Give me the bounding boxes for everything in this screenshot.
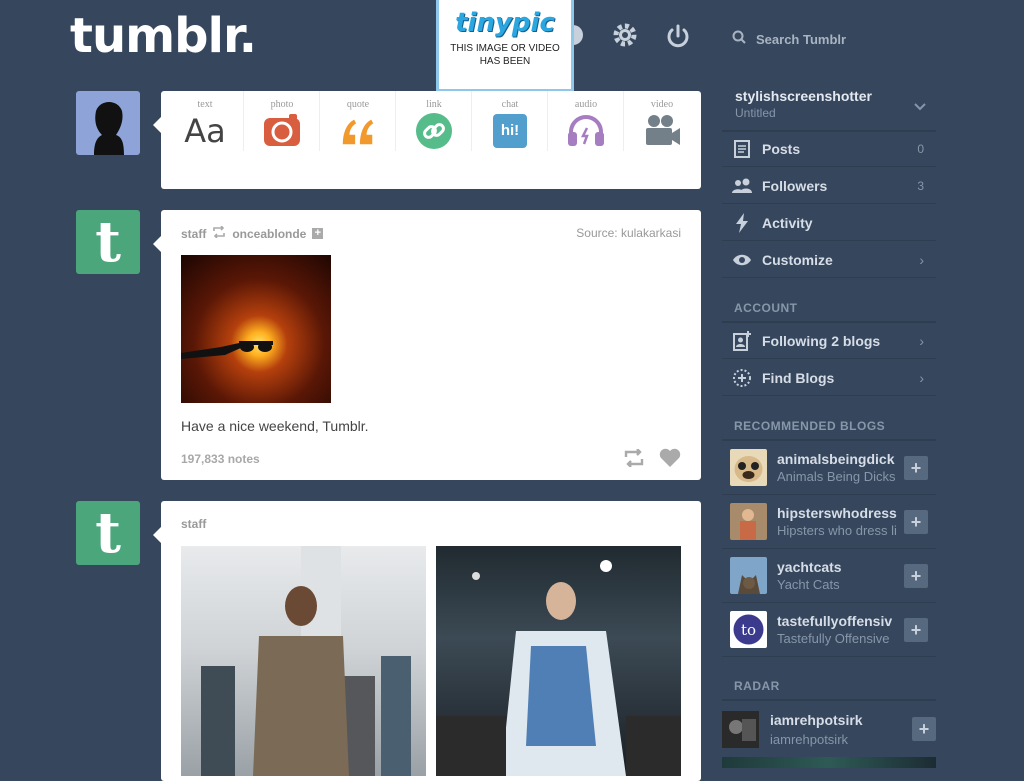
follow-plus-icon[interactable]: + [312, 228, 324, 239]
recommended-blog[interactable]: yachtcats Yacht Cats + [722, 549, 936, 603]
new-photo-post-button[interactable]: photo [244, 99, 320, 150]
chat-icon: hi! [491, 112, 529, 150]
staff-avatar[interactable]: t [76, 501, 140, 565]
reblog-icon [212, 225, 226, 241]
follow-plus-button[interactable]: + [904, 564, 928, 588]
tumblr-logo[interactable]: tumblr. [70, 8, 257, 64]
tinypic-placeholder-image: tinypic THIS IMAGE OR VIDEO HAS BEEN [436, 0, 574, 92]
radar-heading: RADAR [722, 679, 936, 701]
post-photo-runway-right[interactable] [436, 546, 681, 776]
sidebar-item-following[interactable]: Following 2 blogs › [722, 323, 936, 359]
gear-icon[interactable] [612, 22, 642, 52]
blog-avatar: to [730, 611, 767, 648]
blog-avatar [730, 503, 767, 540]
user-avatar[interactable] [76, 91, 140, 155]
compass-icon [732, 368, 752, 388]
post-photo[interactable] [181, 255, 331, 403]
followers-icon [732, 176, 752, 196]
lightning-icon [732, 212, 752, 233]
tumblr-t-logo: t [95, 500, 121, 566]
follow-plus-button[interactable]: + [904, 510, 928, 534]
staff-avatar[interactable]: t [76, 210, 140, 274]
camera-icon [263, 112, 301, 150]
recommended-heading: RECOMMENDED BLOGS [722, 419, 936, 441]
new-link-post-button[interactable]: link [396, 99, 472, 150]
new-video-post-button[interactable]: video [624, 99, 700, 150]
text-icon: Aa [184, 112, 226, 150]
post-card: staff [153, 501, 701, 781]
new-audio-post-button[interactable]: audio [548, 99, 624, 150]
new-quote-post-button[interactable]: quote [320, 99, 396, 150]
radar-blog[interactable]: iamrehpotsirk iamrehpotsirk + [722, 703, 936, 753]
chevron-right-icon: › [919, 332, 924, 349]
radar-post-preview[interactable] [722, 757, 936, 768]
video-camera-icon [643, 112, 681, 150]
chevron-down-icon [914, 98, 926, 116]
blog-avatar [730, 449, 767, 486]
sidebar-item-customize[interactable]: Customize › [722, 242, 936, 278]
post-header: staff onceablonde + [181, 225, 324, 241]
account-heading: ACCOUNT [722, 301, 936, 323]
post-author[interactable]: staff [181, 517, 206, 531]
search-input[interactable] [754, 30, 938, 48]
quote-icon [339, 112, 377, 150]
chevron-right-icon: › [919, 369, 924, 386]
post-source[interactable]: Source: kulakarkasi [576, 226, 681, 240]
search-bar[interactable] [722, 24, 942, 54]
svg-text:to: to [741, 621, 756, 639]
post-header: staff [181, 517, 206, 531]
post-notes[interactable]: 197,833 notes [181, 452, 260, 466]
tinypic-logo: tinypic [455, 8, 555, 38]
follow-plus-button[interactable]: + [912, 717, 936, 741]
recommended-blog[interactable]: to tastefullyoffensiv Tastefully Offensi… [722, 603, 936, 657]
post-photo-runway-left[interactable] [181, 546, 426, 776]
tinypic-message: THIS IMAGE OR VIDEO HAS BEEN [450, 43, 560, 67]
power-icon[interactable] [664, 22, 694, 52]
search-icon [732, 30, 746, 49]
new-chat-post-button[interactable]: chat hi! [472, 99, 548, 150]
post-author[interactable]: staff [181, 227, 206, 241]
post-card: staff onceablonde + Source: kulakarkasi … [153, 210, 701, 480]
posts-icon [732, 139, 752, 159]
chevron-right-icon: › [919, 251, 924, 268]
posts-count: 0 [917, 141, 924, 156]
blog-title: Untitled [735, 106, 776, 120]
link-icon [415, 112, 453, 150]
follow-plus-button[interactable]: + [904, 618, 928, 642]
reblog-button[interactable] [623, 448, 645, 472]
post-composer: text Aa photo quote link chat hi! audio [153, 91, 701, 189]
headphones-icon [567, 112, 605, 150]
recommended-blog[interactable]: animalsbeingdick Animals Being Dicks + [722, 441, 936, 495]
tumblr-t-logo: t [95, 209, 121, 275]
new-text-post-button[interactable]: text Aa [167, 99, 243, 150]
recommended-blog[interactable]: hipsterswhodress Hipsters who dress li + [722, 495, 936, 549]
post-caption: Have a nice weekend, Tumblr. [181, 418, 369, 434]
blog-name: stylishscreenshotter [735, 88, 872, 104]
sidebar-item-activity[interactable]: Activity [722, 205, 936, 241]
sidebar-item-posts[interactable]: Posts 0 [722, 131, 936, 167]
follow-plus-button[interactable]: + [904, 456, 928, 480]
followers-count: 3 [917, 178, 924, 193]
reblogged-from[interactable]: onceablonde [232, 227, 306, 241]
blog-avatar [722, 711, 759, 748]
blog-switcher[interactable]: stylishscreenshotter Untitled [722, 84, 936, 132]
following-icon [732, 330, 752, 351]
like-heart-button[interactable] [659, 448, 681, 473]
sidebar-item-followers[interactable]: Followers 3 [722, 168, 936, 204]
eye-icon [732, 250, 752, 270]
sidebar-item-find-blogs[interactable]: Find Blogs › [722, 360, 936, 396]
blog-avatar [730, 557, 767, 594]
